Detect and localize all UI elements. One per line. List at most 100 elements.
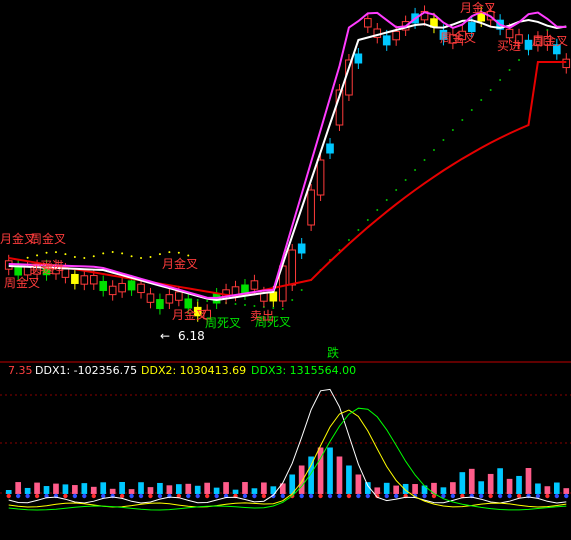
ddx-bar	[374, 487, 381, 494]
ddx-marker	[6, 493, 11, 499]
sar-dot	[347, 239, 350, 241]
ddx-bar	[298, 465, 305, 494]
sar-dot	[442, 139, 445, 141]
ddx-marker	[479, 493, 484, 499]
ddx-bar	[166, 485, 173, 494]
ddx-bar	[535, 483, 541, 494]
ddx-bar	[119, 482, 125, 494]
sar-dot	[508, 69, 511, 71]
ddx-marker	[129, 493, 134, 499]
sar-dot	[130, 255, 133, 258]
ddx-bar	[251, 488, 258, 494]
candle-body	[354, 53, 363, 64]
ddx-marker	[346, 493, 352, 499]
sar-dot	[83, 256, 86, 259]
candle-body	[127, 280, 136, 291]
annotation-label: 卖出	[250, 309, 274, 323]
sar-dot	[36, 254, 39, 257]
candle-body	[137, 283, 145, 294]
candle-body	[316, 159, 325, 196]
annotation-label: 买进	[30, 262, 54, 276]
sar-dot	[253, 305, 256, 307]
annotation-label: 周金叉	[4, 275, 40, 290]
stock-chart: 月金叉周金叉买进周死叉6.18周金叉买进 月金叉月金叉 卖出周死叉月金叉周金叉买进周…	[0, 0, 571, 511]
ddx-bar	[383, 482, 390, 494]
ddx-bar	[43, 486, 50, 494]
sar-dot	[54, 251, 57, 254]
ddx-marker	[204, 493, 210, 499]
ddx-bar	[15, 482, 22, 494]
ddx-bar	[24, 487, 31, 494]
ma-magenta-line	[8, 10, 567, 300]
ddx-bar	[478, 481, 485, 494]
ddx-bar	[147, 487, 154, 494]
ddx-marker	[148, 493, 153, 499]
ddx-marker	[365, 493, 371, 499]
ddx-marker	[186, 493, 191, 499]
sar-dot	[168, 251, 171, 254]
candle-body	[165, 294, 174, 304]
sar-dot	[45, 251, 48, 254]
ddx-marker	[564, 493, 569, 499]
ddx-bar	[5, 490, 12, 494]
ddx-bar	[450, 482, 456, 494]
candle-body	[562, 58, 571, 69]
ddx-marker	[545, 493, 550, 499]
annotation-label: 周死叉	[205, 316, 241, 330]
ddx-bar	[468, 468, 475, 494]
sar-dot	[404, 179, 407, 181]
ddx-bar	[185, 483, 192, 494]
candle-body	[288, 249, 297, 286]
ddx-bar	[506, 478, 513, 494]
sar-dot	[432, 149, 435, 151]
ddx-marker	[157, 493, 163, 499]
candle-body	[297, 243, 306, 254]
ddx-bar	[138, 482, 144, 494]
sar-dot	[499, 79, 502, 81]
sar-dot	[366, 219, 369, 221]
sar-dot	[423, 159, 426, 161]
sar-dot	[206, 300, 209, 302]
ddx-marker	[34, 493, 40, 499]
ddx-bar	[34, 482, 40, 494]
ddx-bar	[487, 473, 494, 494]
candle-body	[108, 285, 117, 296]
ddx-marker	[393, 493, 399, 499]
candle-body	[505, 28, 514, 39]
sar-dot	[281, 308, 284, 310]
ddx-marker	[554, 493, 560, 499]
ddx2-label: DDX2: 1030413.69	[141, 364, 246, 377]
annotation-label: 6.18	[178, 329, 205, 343]
ddx-bar	[327, 447, 333, 494]
annotation-label: 买进	[497, 39, 521, 53]
sar-dot	[111, 251, 114, 254]
candle-body	[71, 273, 79, 284]
ddx-marker	[252, 493, 257, 499]
candlesticks	[4, 5, 571, 325]
ddx-bar	[232, 489, 239, 494]
min-price-arrow: ←	[160, 329, 170, 343]
ddx-marker	[488, 493, 493, 499]
candle-body	[89, 275, 98, 285]
annotation-label: 周金叉	[30, 231, 66, 246]
sar-dot	[102, 252, 105, 255]
ddx-bar	[459, 472, 466, 494]
sar-dot	[234, 303, 237, 305]
ddx-bar	[175, 484, 182, 494]
candle-body	[250, 280, 259, 290]
ddx-bar	[261, 482, 267, 494]
ddx-bar	[525, 468, 532, 494]
ddx-bar	[204, 482, 211, 494]
candle-body	[99, 281, 108, 292]
candle-body	[392, 30, 400, 41]
candle-body	[80, 275, 89, 285]
sar-dot	[385, 199, 388, 201]
annotation-label: 月金叉	[460, 0, 496, 15]
ddx-marker	[299, 493, 304, 499]
ddx-marker	[195, 493, 200, 499]
sar-dot	[489, 89, 492, 91]
ddx-bar	[109, 488, 116, 494]
sar-dot	[395, 189, 398, 191]
sar-dot	[291, 299, 294, 301]
ddx-marker	[450, 493, 456, 499]
